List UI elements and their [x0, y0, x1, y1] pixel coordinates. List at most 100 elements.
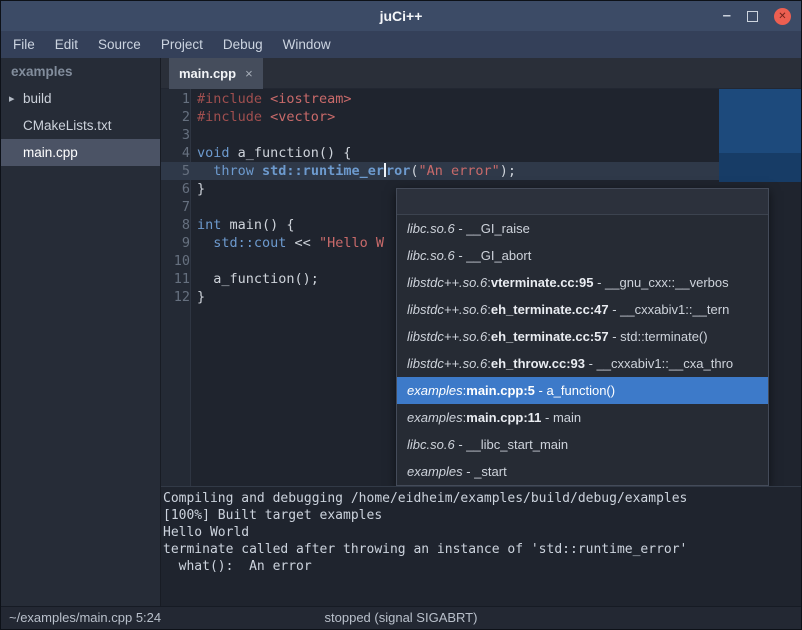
backtrace-symbol: - __GI_abort	[455, 248, 532, 263]
backtrace-symbol: - std::terminate()	[609, 329, 708, 344]
code-text: throw std::runtime_error("An error");	[197, 162, 516, 180]
menu-project[interactable]: Project	[151, 32, 213, 57]
tree-item-label: build	[23, 91, 52, 106]
terminal-line: what(): An error	[163, 558, 801, 575]
backtrace-item[interactable]: examples:main.cpp:11 - main	[397, 404, 768, 431]
line-number: 6	[161, 180, 197, 198]
terminal-line: [100%] Built target examples	[163, 507, 801, 524]
menu-debug[interactable]: Debug	[213, 32, 273, 57]
backtrace-module: examples	[407, 464, 463, 479]
file-tree-sidebar: examples ▸ build CMakeLists.txt main.cpp	[1, 58, 161, 608]
backtrace-module: libstdc++.so.6	[407, 329, 487, 344]
line-number: 3	[161, 126, 197, 144]
titlebar: juCi++ – ✕	[1, 1, 801, 31]
backtrace-module: libc.so.6	[407, 221, 455, 236]
code-line[interactable]: 3	[161, 126, 802, 144]
chevron-right-icon: ▸	[9, 92, 23, 105]
backtrace-module: libstdc++.so.6	[407, 356, 487, 371]
code-line[interactable]: 5 throw std::runtime_error("An error");	[161, 162, 802, 180]
tree-item-label: main.cpp	[23, 145, 78, 160]
backtrace-list: libc.so.6 - __GI_raiselibc.so.6 - __GI_a…	[397, 215, 768, 485]
menu-source[interactable]: Source	[88, 32, 151, 57]
code-text: #include <iostream>	[197, 90, 351, 108]
backtrace-item[interactable]: libstdc++.so.6:eh_terminate.cc:57 - std:…	[397, 323, 768, 350]
backtrace-location: main.cpp:5	[466, 383, 535, 398]
backtrace-item[interactable]: libstdc++.so.6:eh_terminate.cc:47 - __cx…	[397, 296, 768, 323]
backtrace-symbol: - __GI_raise	[455, 221, 530, 236]
tab-label: main.cpp	[179, 66, 236, 81]
code-text: void a_function() {	[197, 144, 351, 162]
statusbar: ~/examples/main.cpp 5:24 stopped (signal…	[1, 606, 801, 629]
terminal-line: Compiling and debugging /home/eidheim/ex…	[163, 490, 801, 507]
backtrace-symbol: - main	[541, 410, 581, 425]
backtrace-module: libc.so.6	[407, 248, 455, 263]
code-line[interactable]: 1#include <iostream>	[161, 90, 802, 108]
line-number: 4	[161, 144, 197, 162]
backtrace-symbol: - __cxxabiv1::__tern	[609, 302, 730, 317]
tree-item-cmakelists[interactable]: CMakeLists.txt	[1, 112, 160, 139]
code-text: }	[197, 180, 205, 198]
backtrace-module: examples	[407, 383, 463, 398]
close-button[interactable]: ✕	[774, 8, 791, 25]
line-number: 10	[161, 252, 197, 270]
menu-file[interactable]: File	[3, 32, 45, 57]
backtrace-symbol: - __libc_start_main	[455, 437, 568, 452]
backtrace-module: examples	[407, 410, 463, 425]
backtrace-module: libstdc++.so.6	[407, 302, 487, 317]
terminal-output[interactable]: Compiling and debugging /home/eidheim/ex…	[161, 486, 802, 608]
line-number: 12	[161, 288, 197, 306]
menu-edit[interactable]: Edit	[45, 32, 88, 57]
terminal-line: terminate called after throwing an insta…	[163, 541, 801, 558]
backtrace-popup-header	[397, 189, 768, 215]
line-number: 9	[161, 234, 197, 252]
line-number: 2	[161, 108, 197, 126]
tree-item-build[interactable]: ▸ build	[1, 85, 160, 112]
backtrace-symbol: - __gnu_cxx::__verbos	[593, 275, 728, 290]
code-text: }	[197, 288, 205, 306]
code-text: int main() {	[197, 216, 295, 234]
line-number: 5	[161, 162, 197, 180]
backtrace-item[interactable]: libc.so.6 - __GI_abort	[397, 242, 768, 269]
menubar: File Edit Source Project Debug Window	[1, 31, 801, 58]
maximize-icon[interactable]	[747, 11, 758, 22]
tree-item-label: CMakeLists.txt	[23, 118, 112, 133]
tab-close-icon[interactable]: ×	[245, 66, 253, 81]
backtrace-item[interactable]: examples - _start	[397, 458, 768, 485]
backtrace-item[interactable]: libc.so.6 - __GI_raise	[397, 215, 768, 242]
line-number: 7	[161, 198, 197, 216]
line-number: 8	[161, 216, 197, 234]
code-line[interactable]: 4void a_function() {	[161, 144, 802, 162]
text-cursor	[384, 163, 386, 177]
status-debug-state: stopped (signal SIGABRT)	[1, 607, 801, 629]
menu-window[interactable]: Window	[273, 32, 341, 57]
backtrace-item[interactable]: libc.so.6 - __libc_start_main	[397, 431, 768, 458]
backtrace-item[interactable]: libstdc++.so.6:vterminate.cc:95 - __gnu_…	[397, 269, 768, 296]
window-controls: – ✕	[723, 1, 791, 31]
tree-item-main-cpp[interactable]: main.cpp	[1, 139, 160, 166]
backtrace-location: eh_throw.cc:93	[491, 356, 585, 371]
backtrace-popup: libc.so.6 - __GI_raiselibc.so.6 - __GI_a…	[396, 188, 769, 486]
code-line[interactable]: 2#include <vector>	[161, 108, 802, 126]
line-number: 1	[161, 90, 197, 108]
backtrace-item[interactable]: libstdc++.so.6:eh_throw.cc:93 - __cxxabi…	[397, 350, 768, 377]
code-text: #include <vector>	[197, 108, 335, 126]
code-text: a_function();	[197, 270, 319, 288]
code-text: std::cout << "Hello W	[197, 234, 384, 252]
backtrace-module: libstdc++.so.6	[407, 275, 487, 290]
app-window: juCi++ – ✕ File Edit Source Project Debu…	[0, 0, 802, 630]
backtrace-location: main.cpp:11	[466, 410, 541, 425]
backtrace-location: eh_terminate.cc:47	[491, 302, 609, 317]
backtrace-location: vterminate.cc:95	[491, 275, 594, 290]
project-name-header: examples	[1, 58, 160, 85]
terminal-line: Hello World	[163, 524, 801, 541]
tab-main-cpp[interactable]: main.cpp ×	[169, 58, 263, 89]
code-editor[interactable]: 1#include <iostream>2#include <vector>34…	[161, 89, 802, 486]
line-number: 11	[161, 270, 197, 288]
window-title: juCi++	[1, 1, 801, 31]
backtrace-item[interactable]: examples:main.cpp:5 - a_function()	[397, 377, 768, 404]
close-icon: ✕	[778, 11, 786, 22]
backtrace-location: eh_terminate.cc:57	[491, 329, 609, 344]
minimize-button[interactable]: –	[723, 11, 731, 21]
tabbar: main.cpp ×	[161, 58, 802, 89]
main-area: main.cpp × 1#include <iostream>2#include…	[161, 58, 802, 608]
